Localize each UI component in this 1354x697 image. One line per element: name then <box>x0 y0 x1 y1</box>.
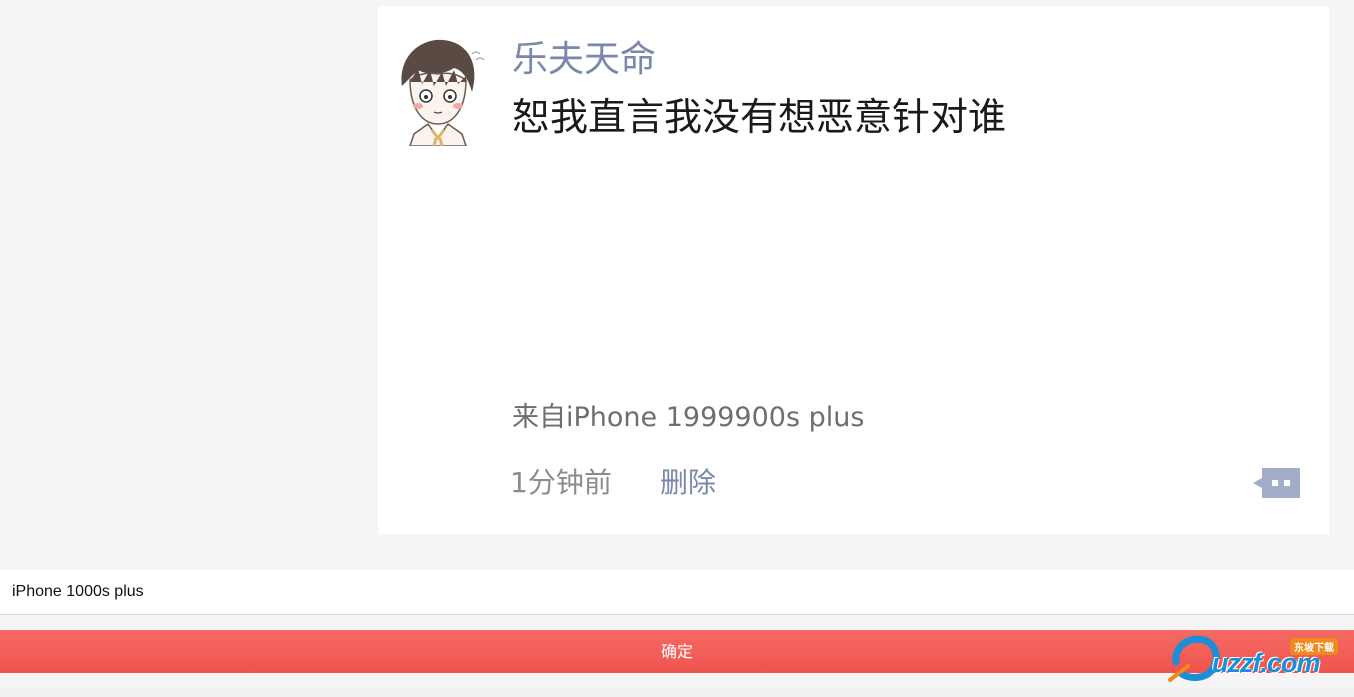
confirm-button[interactable]: 确定 <box>0 630 1354 673</box>
post-text: 恕我直言我没有想恶意针对谁 <box>512 95 1007 139</box>
watermark-tag: 东坡下载 <box>1290 638 1338 655</box>
device-name-input[interactable] <box>0 570 1354 614</box>
bottom-strip <box>0 688 1354 697</box>
post-username: 乐夫天命 <box>512 39 657 80</box>
page: 乐夫天命 恕我直言我没有想恶意针对谁 来自iPhone 1999900s plu… <box>0 0 1354 697</box>
post-timestamp: 1分钟前 <box>510 466 612 499</box>
watermark-logo: uzzf.com 东坡下载 <box>1168 632 1354 684</box>
post-source-device: 来自iPhone 1999900s plus <box>512 402 865 433</box>
delete-link[interactable]: 删除 <box>660 462 716 504</box>
comment-bubble-icon[interactable] <box>1252 464 1302 502</box>
post-preview-card <box>378 6 1329 534</box>
avatar <box>388 34 488 146</box>
device-input-row <box>0 570 1354 615</box>
